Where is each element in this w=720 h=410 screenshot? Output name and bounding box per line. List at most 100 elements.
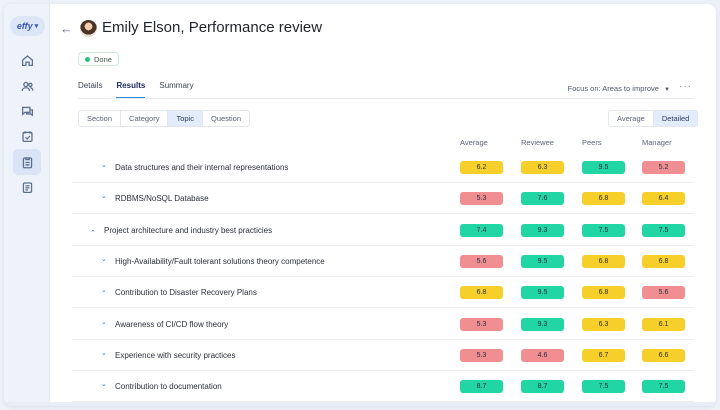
score-pill-manager: 6.8 (642, 254, 685, 268)
score-pill-reviewee: 4.6 (521, 348, 564, 362)
nav-reviews[interactable] (13, 149, 41, 175)
chevron-down-icon[interactable]: ⌄ (101, 286, 107, 294)
score-pill-peers: 7.5 (582, 380, 625, 394)
score-pill-average: 5.3 (460, 348, 503, 362)
row-label: Data structures and their internal repre… (115, 163, 289, 172)
score-pill-average: 8.7 (460, 380, 503, 394)
tab-details[interactable]: Details (78, 81, 102, 99)
score-pill-peers: 6.8 (582, 192, 625, 206)
status-dot-icon (85, 56, 90, 62)
score-pill-manager: 6.4 (642, 192, 685, 206)
document-icon (22, 181, 32, 193)
score-pill-average: 6.2 (460, 161, 503, 174)
chevron-down-icon[interactable]: ⌄ (101, 318, 107, 326)
row-label: Project architecture and industry best p… (104, 225, 273, 235)
score-pill-peers: 6.7 (582, 348, 625, 362)
group-by-category[interactable]: Category (121, 111, 169, 126)
table-row[interactable]: ⌄ High-Availability/Fault tolerant soluti… (72, 246, 694, 277)
table-row[interactable]: ⌄ RDBMS/NoSQL Database 5.3 7.6 6.8 6.4 (72, 183, 694, 215)
back-arrow-icon[interactable]: ← (60, 21, 73, 36)
group-by-segmented-control: Section Category Topic Question (78, 110, 251, 127)
caret-down-icon: ▼ (664, 87, 670, 93)
home-icon (21, 54, 33, 66)
table-row[interactable]: ⌄ Contribution to Disaster Recovery Plans… (72, 277, 694, 309)
row-label: Awareness of CI/CD flow theory (115, 319, 229, 329)
table-row[interactable]: ⌄ Experience with security practices 5.3 4.… (72, 340, 694, 371)
chevron-down-icon[interactable]: ⌄ (101, 349, 107, 357)
view-mode-segmented-control: Average Detailed (608, 110, 699, 127)
score-pill-reviewee: 8.7 (521, 380, 564, 394)
focus-label: Focus on: Areas to improve (567, 84, 659, 93)
app-window: effy ▾ ← Emily Elson, Performance review… (4, 4, 716, 406)
table-row[interactable]: ⌄ Contribution to documentation 8.7 8.7 7.5 7… (72, 371, 694, 403)
group-by-topic[interactable]: Topic (168, 111, 203, 126)
score-pill-reviewee: 7.6 (521, 192, 564, 206)
group-by-question[interactable]: Question (203, 111, 249, 126)
more-options-icon[interactable]: ··· (679, 81, 692, 92)
group-by-section[interactable]: Section (79, 111, 122, 126)
tabs-divider (78, 98, 694, 99)
score-pill-peers: 6.8 (582, 254, 625, 268)
tab-results[interactable]: Results (116, 81, 146, 99)
caret-down-icon: ▾ (34, 23, 39, 30)
clipboard-icon (22, 156, 32, 168)
view-mode-average[interactable]: Average (609, 111, 654, 126)
nav-tasks[interactable] (17, 126, 37, 146)
row-label: High-Availability/Fault tolerant solutio… (115, 256, 325, 266)
chevron-down-icon[interactable]: ⌄ (101, 255, 107, 263)
score-pill-average: 6.8 (460, 286, 503, 300)
logo-text: effy (16, 21, 33, 31)
score-pill-manager: 5.6 (642, 286, 685, 300)
column-header-peers: Peers (582, 138, 602, 147)
score-pill-reviewee: 9.5 (521, 254, 564, 268)
column-header-reviewee: Reviewee (521, 138, 554, 147)
focus-dropdown[interactable]: Focus on: Areas to improve ▼ (568, 84, 670, 93)
chevron-down-icon[interactable]: ⌄ (101, 380, 107, 388)
score-pill-manager: 6.6 (642, 348, 685, 362)
bottom-edge (4, 402, 716, 406)
chevron-up-icon[interactable]: ⌃ (90, 229, 96, 237)
chevron-down-icon[interactable]: ⌄ (101, 161, 107, 169)
score-pill-average: 7.4 (460, 223, 503, 237)
score-pill-peers: 6.3 (582, 317, 625, 331)
score-pill-manager: 7.5 (642, 223, 685, 237)
score-pill-reviewee: 6.3 (521, 161, 564, 174)
score-pill-reviewee: 9.3 (521, 317, 564, 331)
status-text: Done (94, 54, 112, 64)
score-pill-average: 5.6 (460, 254, 503, 268)
score-pill-peers: 9.5 (582, 161, 625, 174)
row-label: Experience with security practices (115, 350, 236, 360)
chevron-down-icon[interactable]: ⌄ (101, 192, 107, 200)
workspace-switcher[interactable]: effy ▾ (10, 16, 45, 36)
table-row[interactable]: ⌃ Project architecture and industry best … (72, 215, 694, 246)
page-title: Emily Elson, Performance review (102, 19, 323, 36)
users-icon (21, 81, 33, 91)
score-pill-reviewee: 9.5 (521, 286, 564, 300)
tab-summary[interactable]: Summary (159, 81, 193, 99)
column-header-average: Average (460, 138, 488, 147)
score-pill-average: 5.3 (460, 192, 503, 206)
tab-bar: Details Results Summary (78, 81, 194, 99)
row-label: Contribution to Disaster Recovery Plans (115, 288, 257, 298)
score-pill-peers: 7.5 (582, 223, 625, 237)
chat-icon (21, 106, 33, 116)
score-pill-manager: 5.2 (642, 161, 685, 174)
nav-conversations[interactable] (17, 101, 37, 121)
score-pill-manager: 7.5 (642, 380, 685, 394)
status-badge: Done (78, 52, 119, 66)
score-pill-manager: 6.1 (642, 317, 685, 331)
score-pill-peers: 6.8 (582, 286, 625, 300)
nav-reports[interactable] (17, 177, 37, 197)
nav-home[interactable] (17, 50, 37, 70)
calendar-check-icon (21, 130, 33, 142)
score-pill-average: 5.3 (460, 317, 503, 331)
column-header-manager: Manager (642, 138, 672, 147)
view-mode-detailed[interactable]: Detailed (653, 111, 698, 126)
row-label: Contribution to documentation (115, 382, 222, 392)
row-label: RDBMS/NoSQL Database (115, 194, 209, 204)
table-row[interactable]: ⌄ Awareness of CI/CD flow theory 5.3 9.3 6.3… (72, 309, 694, 340)
score-pill-reviewee: 9.3 (521, 223, 564, 237)
avatar (80, 20, 97, 37)
table-row[interactable]: ⌄ Data structures and their internal repr… (72, 152, 694, 183)
nav-people[interactable] (17, 76, 37, 96)
